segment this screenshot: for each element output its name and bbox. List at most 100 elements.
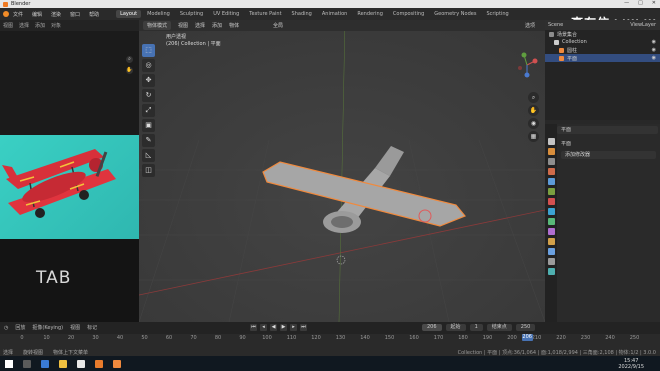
visibility-eye-icon[interactable]: ◉ [652, 39, 656, 45]
properties-tab-icon[interactable] [547, 218, 555, 225]
start-frame-field[interactable]: 1 [469, 324, 483, 331]
properties-tab-icon[interactable] [547, 178, 555, 185]
rotate-tool-icon[interactable]: ↻ [142, 89, 155, 102]
properties-tab-icon[interactable] [547, 208, 555, 215]
zoom-icon[interactable]: ⌕ [528, 92, 539, 103]
jump-start-icon[interactable]: ⏮ [250, 324, 257, 331]
outliner-row-collection[interactable]: Collection ◉ [545, 38, 660, 46]
tab-animation[interactable]: Animation [318, 10, 352, 18]
cursor-tool-icon[interactable]: ◎ [142, 59, 155, 72]
outliner-row-cylinder[interactable]: 圆柱 ◉ [545, 46, 660, 54]
timeline-menu-playback[interactable]: 回放 [15, 324, 25, 331]
view-layer-label[interactable]: ViewLayer [630, 22, 656, 28]
left-viewport-canvas[interactable]: ⌕ ✋ [0, 31, 139, 135]
pan-hand-icon[interactable]: ✋ [126, 67, 133, 74]
visibility-eye-icon[interactable]: ◉ [652, 55, 656, 61]
viewport-menu-object[interactable]: 物体 [229, 22, 239, 29]
tab-rendering[interactable]: Rendering [353, 10, 387, 18]
tab-sculpting[interactable]: Sculpting [176, 10, 207, 18]
tab-modeling[interactable]: Modeling [143, 10, 174, 18]
tab-shading[interactable]: Shading [288, 10, 316, 18]
outliner-row-plane[interactable]: 平面 ◉ [545, 54, 660, 62]
tab-texture-paint[interactable]: Texture Paint [245, 10, 285, 18]
end-frame-field[interactable]: 250 [515, 324, 536, 331]
measure-tool-icon[interactable]: ◺ [142, 149, 155, 162]
tab-compositing[interactable]: Compositing [389, 10, 428, 18]
tab-geometry-nodes[interactable]: Geometry Nodes [430, 10, 480, 18]
timeline-menu-view[interactable]: 视图 [70, 324, 80, 331]
camera-view-icon[interactable]: ◉ [528, 118, 539, 129]
zoom-icon[interactable]: ⌕ [126, 56, 133, 63]
view-perspective-label: 用户透视 [166, 34, 187, 40]
taskbar-app-icon[interactable] [23, 359, 31, 368]
main-3d-viewport[interactable]: 物体模式 视图 选择 添加 物体 全局 选项 用户透视 (206) Collec… [139, 20, 545, 322]
next-keyframe-icon[interactable]: ▸ [290, 324, 297, 331]
timeline-menu-keying[interactable]: 抠像(Keying) [32, 324, 63, 331]
timeline-ruler[interactable]: 0 10 20 30 40 50 60 70 80 90 100 110 120 130 140 150 160… [0, 334, 660, 348]
viewport-menu-select[interactable]: 选择 [195, 22, 205, 29]
properties-tab-icon[interactable] [547, 198, 555, 205]
taskbar-app-icon[interactable] [41, 359, 49, 368]
properties-tab-icon[interactable] [547, 158, 555, 165]
play-reverse-icon[interactable]: ◀ [270, 324, 277, 331]
play-icon[interactable]: ▶ [280, 324, 287, 331]
properties-tab-icon[interactable] [547, 228, 555, 235]
properties-tab-icon[interactable] [547, 148, 555, 155]
jump-end-icon[interactable]: ⏭ [300, 324, 307, 331]
frame-tick-label: 160 [409, 335, 419, 341]
tab-layout[interactable]: Layout [116, 10, 142, 18]
tab-scripting[interactable]: Scripting [482, 10, 512, 18]
select-box-icon[interactable]: ⬚ [142, 44, 155, 57]
outliner-row-scene-collection[interactable]: 场景集合 [545, 30, 660, 38]
add-cube-tool-icon[interactable]: ◫ [142, 164, 155, 177]
taskbar-app-icon[interactable] [59, 359, 67, 368]
scene-label[interactable]: Scene [548, 22, 563, 28]
menu-edit[interactable]: 编辑 [32, 11, 42, 18]
viewport-menu-add[interactable]: 添加 [212, 22, 222, 29]
taskbar-app-icon[interactable] [77, 359, 85, 368]
properties-tab-icon[interactable] [547, 238, 555, 245]
grid-view-icon[interactable]: ▦ [528, 131, 539, 142]
menu-window[interactable]: 窗口 [70, 11, 80, 18]
visibility-eye-icon[interactable]: ◉ [652, 47, 656, 53]
scale-tool-icon[interactable]: ⤢ [142, 104, 155, 117]
viewport-menu-view[interactable]: 视图 [178, 22, 188, 29]
move-tool-icon[interactable]: ✥ [142, 74, 155, 87]
add-modifier-button[interactable]: 添加修改器 [561, 151, 656, 159]
left-menu-object[interactable]: 对象 [51, 22, 61, 29]
timeline-editor-icon[interactable]: ◷ [4, 325, 8, 331]
minimize-icon[interactable]: — [624, 0, 629, 6]
properties-tab-icon[interactable] [547, 188, 555, 195]
transform-tool-icon[interactable]: ▣ [142, 119, 155, 132]
pan-hand-icon[interactable]: ✋ [528, 105, 539, 116]
left-menu-add[interactable]: 添加 [35, 22, 45, 29]
taskbar-app-icon[interactable] [113, 359, 121, 368]
start-menu-icon[interactable] [5, 359, 13, 368]
close-icon[interactable]: ✕ [652, 0, 656, 6]
prev-keyframe-icon[interactable]: ◂ [260, 324, 267, 331]
mode-selector[interactable]: 物体模式 [143, 21, 172, 30]
left-menu-select[interactable]: 选择 [19, 22, 29, 29]
frame-tick-label: 200 [507, 335, 517, 341]
transform-orientation[interactable]: 全局 [273, 22, 283, 29]
left-menu-view[interactable]: 视图 [3, 22, 13, 29]
properties-tab-icon[interactable] [547, 258, 555, 265]
tab-uv-editing[interactable]: UV Editing [209, 10, 243, 18]
options-label[interactable]: 选项 [525, 22, 535, 29]
menu-render[interactable]: 渲染 [51, 11, 61, 18]
playhead-indicator[interactable]: 206 [521, 334, 533, 341]
timeline-menu-marker[interactable]: 标记 [87, 324, 97, 331]
annotate-tool-icon[interactable]: ✎ [142, 134, 155, 147]
menu-help[interactable]: 帮助 [89, 11, 99, 18]
end-label: 结束点 [486, 324, 512, 331]
menu-file[interactable]: 文件 [13, 11, 23, 18]
taskbar-app-icon[interactable] [95, 359, 103, 368]
maximize-icon[interactable]: □ [638, 0, 643, 6]
blender-menu-icon[interactable] [3, 11, 9, 17]
current-frame-field[interactable]: 206 [422, 324, 442, 331]
properties-tab-icon[interactable] [547, 248, 555, 255]
properties-tab-icon[interactable] [547, 138, 555, 145]
properties-tab-icon[interactable] [547, 268, 555, 275]
taskbar-date: 2022/9/15 [618, 364, 644, 370]
properties-tab-icon[interactable] [547, 168, 555, 175]
